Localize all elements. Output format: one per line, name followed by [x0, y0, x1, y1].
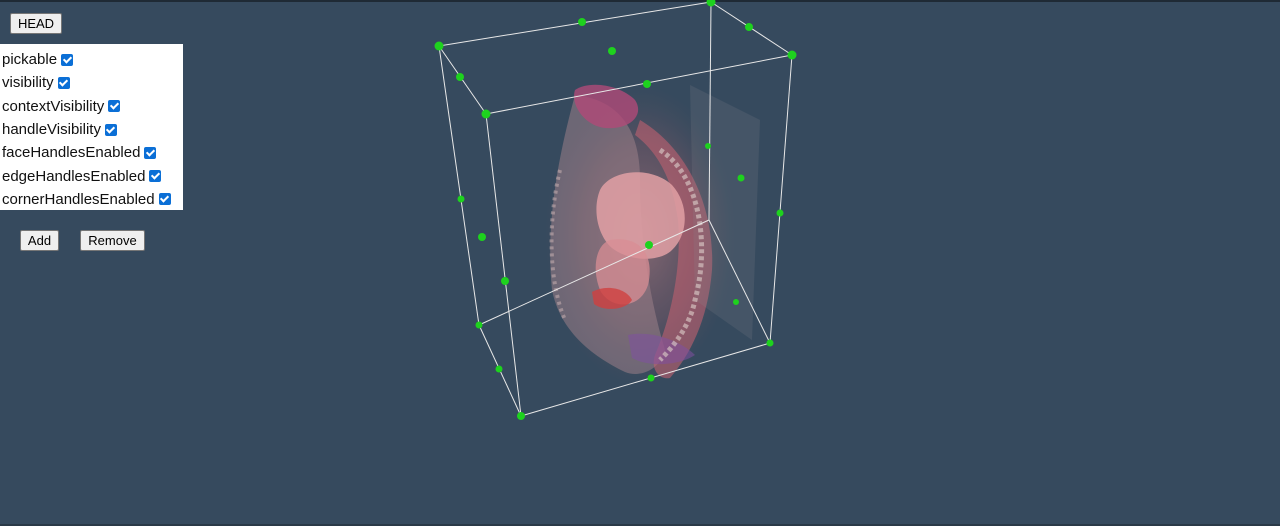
- face-handle[interactable]: [608, 47, 616, 55]
- edge-handle[interactable]: [501, 277, 509, 285]
- edge-handle[interactable]: [643, 80, 651, 88]
- face-handle[interactable]: [737, 174, 745, 182]
- edge-handle[interactable]: [705, 143, 711, 149]
- edge-handle[interactable]: [776, 209, 784, 217]
- corner-handle[interactable]: [434, 41, 444, 51]
- edge-handle[interactable]: [733, 299, 739, 305]
- face-handle[interactable]: [645, 241, 653, 249]
- face-handle[interactable]: [478, 233, 486, 241]
- volume-rendering[interactable]: [545, 84, 760, 385]
- edge-handle[interactable]: [495, 365, 503, 373]
- edge-handle[interactable]: [647, 374, 655, 382]
- edge-handle[interactable]: [578, 18, 586, 26]
- corner-handle[interactable]: [766, 339, 774, 347]
- edge-handle[interactable]: [745, 23, 753, 31]
- corner-handle[interactable]: [787, 50, 797, 60]
- corner-handle[interactable]: [475, 321, 483, 329]
- corner-handle[interactable]: [517, 412, 525, 420]
- render-viewport[interactable]: [0, 0, 1280, 526]
- corner-handle[interactable]: [706, 0, 716, 7]
- edge-handle[interactable]: [456, 73, 464, 81]
- edge-handle[interactable]: [457, 195, 465, 203]
- corner-handle[interactable]: [481, 109, 491, 119]
